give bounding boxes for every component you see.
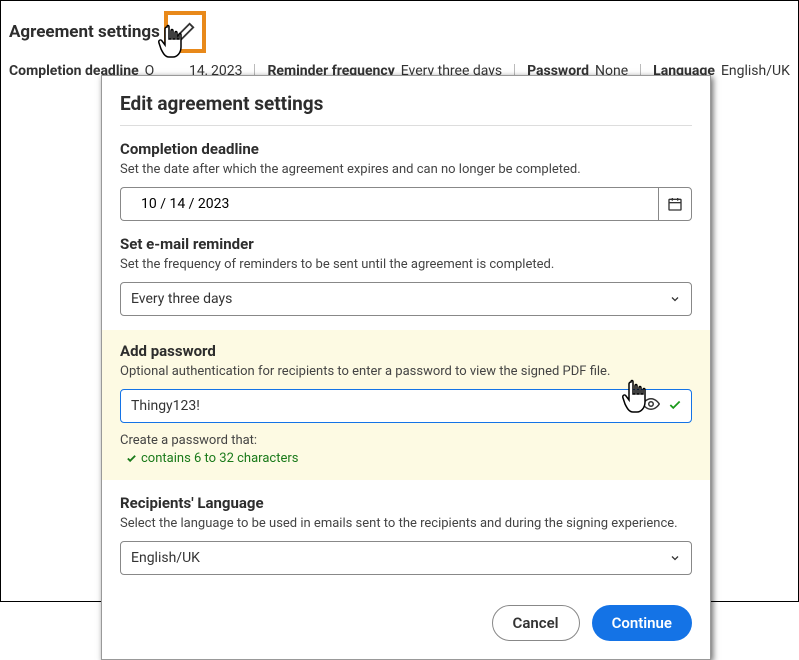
email-reminder-label: Set e-mail reminder — [120, 235, 692, 253]
chevron-down-icon — [669, 293, 681, 305]
password-hint-title: Create a password that: — [120, 433, 692, 448]
recipients-language-selected-value: English/UK — [131, 550, 200, 566]
edit-agreement-settings-dialog: Edit agreement settings Completion deadl… — [101, 75, 711, 660]
checkmark-icon — [126, 453, 137, 464]
completion-deadline-input[interactable]: 10 / 14 / 2023 — [120, 187, 658, 221]
add-password-section: Add password Optional authentication for… — [102, 330, 710, 480]
add-password-label: Add password — [120, 342, 692, 360]
show-password-button[interactable] — [642, 395, 660, 417]
edit-settings-button[interactable] — [164, 11, 206, 53]
email-reminder-select[interactable]: Every three days — [120, 282, 692, 316]
chevron-down-icon — [669, 552, 681, 564]
password-hint-rule: contains 6 to 32 characters — [126, 451, 692, 466]
password-input[interactable] — [120, 389, 692, 423]
continue-button[interactable]: Continue — [592, 605, 692, 641]
calendar-picker-button[interactable] — [658, 187, 692, 221]
password-valid-indicator — [668, 397, 682, 416]
recipients-language-label: Recipients' Language — [120, 494, 692, 512]
eye-icon — [642, 395, 660, 413]
dialog-title: Edit agreement settings — [120, 92, 692, 115]
pencil-icon — [174, 21, 196, 43]
password-hint-rule-text: contains 6 to 32 characters — [141, 451, 298, 466]
completion-deadline-help: Set the date after which the agreement e… — [120, 162, 692, 177]
divider — [120, 125, 692, 126]
email-reminder-help: Set the frequency of reminders to be sen… — [120, 257, 692, 272]
dialog-button-row: Cancel Continue — [120, 605, 692, 641]
language-value: English/UK — [721, 63, 790, 79]
checkmark-icon — [668, 398, 682, 412]
email-reminder-section: Set e-mail reminder Set the frequency of… — [120, 235, 692, 316]
add-password-help: Optional authentication for recipients t… — [120, 364, 692, 379]
completion-deadline-label: Completion deadline — [120, 140, 692, 158]
email-reminder-selected-value: Every three days — [131, 291, 232, 307]
recipients-language-help: Select the language to be used in emails… — [120, 516, 692, 531]
page-title: Agreement settings — [9, 11, 790, 53]
completion-deadline-section: Completion deadline Set the date after w… — [120, 140, 692, 221]
calendar-icon — [667, 196, 683, 212]
cancel-button[interactable]: Cancel — [492, 605, 580, 641]
recipients-language-select[interactable]: English/UK — [120, 541, 692, 575]
recipients-language-section: Recipients' Language Select the language… — [120, 494, 692, 575]
page-title-text: Agreement settings — [9, 22, 160, 42]
